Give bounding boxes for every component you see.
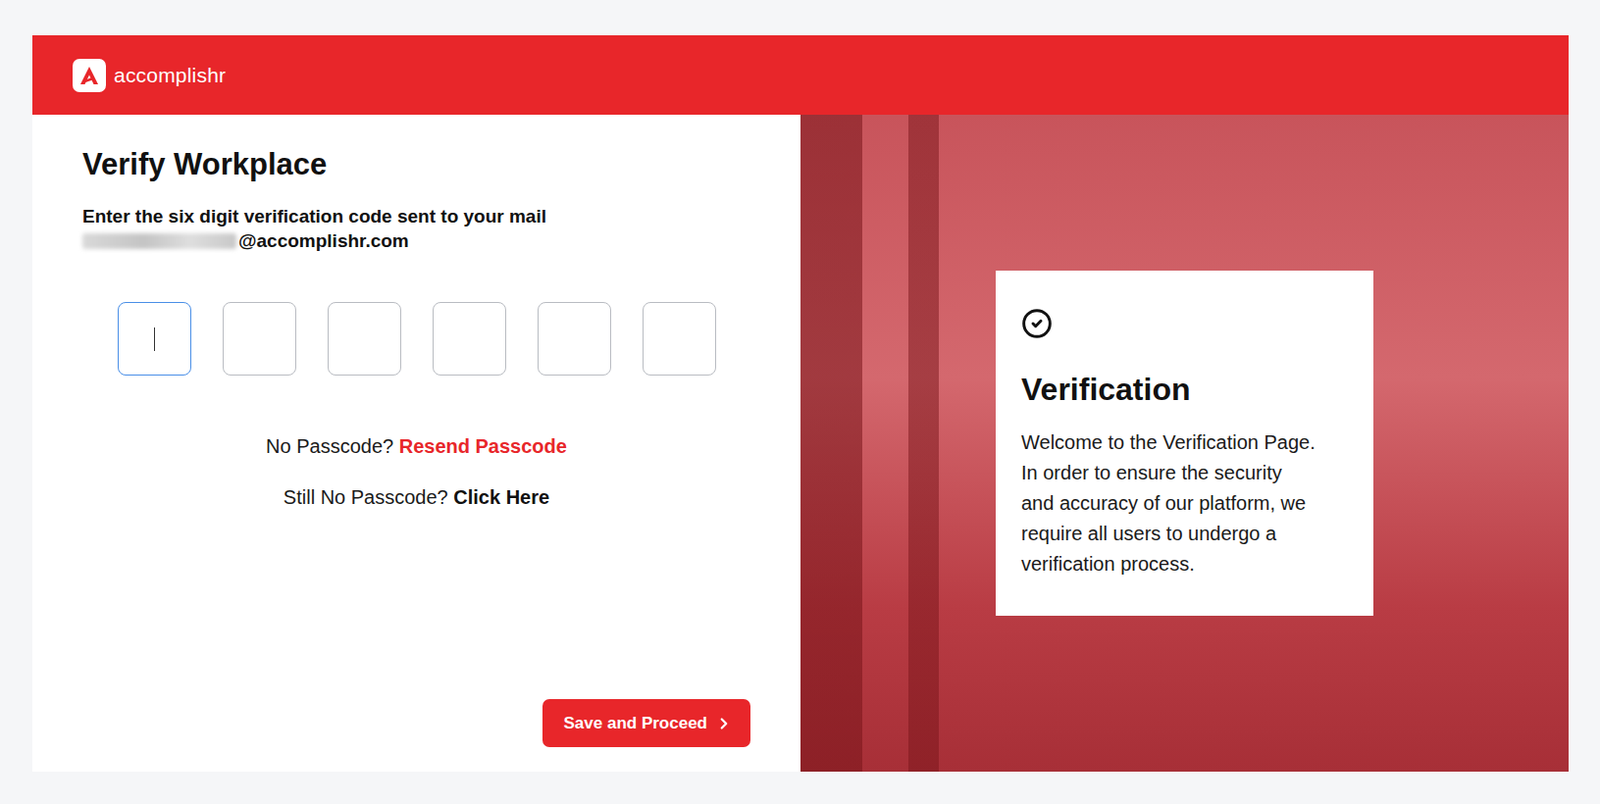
help-link[interactable]: Click Here (453, 486, 550, 509)
code-input[interactable] (432, 302, 507, 376)
verify-form: Verify Workplace Enter the six digit veri… (32, 114, 801, 773)
app-card: accomplishr Verify Workplace Enter the six… (32, 35, 1569, 773)
info-text: In order to ensure the security (1021, 458, 1348, 489)
check-circle-icon (1021, 308, 1053, 340)
header: accomplishr (32, 35, 1569, 115)
form-actions: Save and Proceed (82, 699, 751, 748)
chevron-right-icon (715, 715, 733, 733)
code-input[interactable] (642, 302, 717, 376)
resend-link[interactable]: Resend Passcode (399, 435, 568, 458)
page: accomplishr Verify Workplace Enter the six… (0, 0, 1600, 804)
info-card: Verification Welcome to the Verification … (995, 270, 1374, 617)
email-address: @accomplishr.com (82, 228, 751, 254)
content: Verify Workplace Enter the six digit veri… (32, 114, 1569, 773)
help-row: Still No Passcode? Click Here (82, 483, 751, 512)
logo-icon (72, 58, 106, 93)
text-caret (154, 327, 155, 352)
info-text: verification process. (1021, 549, 1348, 580)
code-input[interactable] (537, 302, 612, 376)
hero-photo: Verification Welcome to the Verification … (800, 114, 1569, 773)
code-inputs (82, 302, 751, 376)
code-input[interactable] (327, 302, 402, 376)
info-text: and accuracy of our platform, we (1021, 488, 1348, 519)
info-text: require all users to undergo a (1021, 518, 1348, 550)
instruction: Enter the six digit verification code se… (82, 204, 751, 254)
save-button[interactable]: Save and Proceed (542, 699, 751, 748)
info-text: Welcome to the Verification Page. (1021, 427, 1348, 459)
info-title: Verification (1021, 370, 1348, 409)
blurred-email (82, 233, 237, 250)
brand-name: accomplishr (113, 63, 226, 88)
code-input[interactable] (117, 302, 192, 376)
code-input[interactable] (222, 302, 297, 376)
resend-row: No Passcode? Resend Passcode (82, 432, 751, 461)
form-title: Verify Workplace (82, 146, 751, 183)
